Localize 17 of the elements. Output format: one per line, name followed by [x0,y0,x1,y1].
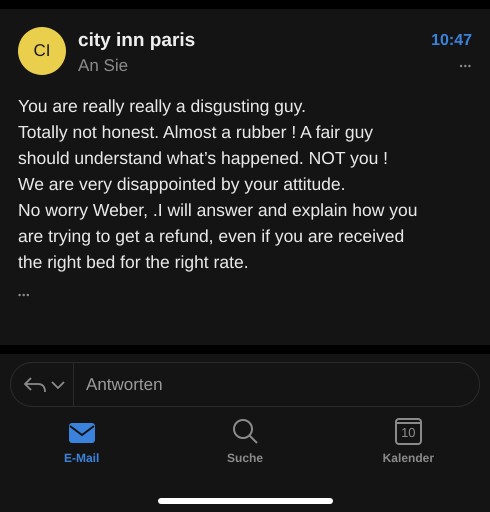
more-button[interactable]: ••• [460,54,472,78]
tab[interactable]: E-Mail [0,415,164,467]
tab[interactable]: 10 Kalender [326,415,490,467]
recipient-label: An Sie [78,55,130,77]
tab[interactable]: Suche [163,415,327,467]
message-body: You are really really a disgusting guy. Totally not honest. Almost a rubber ! A fair guy should understand what’s happened. NOT you ! We are very disappointed by your attitude. No worry Weber, .I will answer and explain how you are trying to get a refund, even if you are received the right bed for the right rate. [18,95,418,274]
message-time: 10:47 [431,31,472,51]
chevron-down-icon [51,380,65,390]
reply-arrow-icon [23,376,47,394]
reply-field[interactable]: Antworten [10,362,480,407]
search-icon [230,417,259,445]
sender-name: city inn paris [78,29,196,53]
calendar-icon: 10 [394,418,422,445]
envelope-icon [68,421,96,445]
avatar: CI [18,27,66,75]
expand-button[interactable]: ••• [18,289,30,302]
reply-input[interactable]: Antworten [74,372,479,398]
